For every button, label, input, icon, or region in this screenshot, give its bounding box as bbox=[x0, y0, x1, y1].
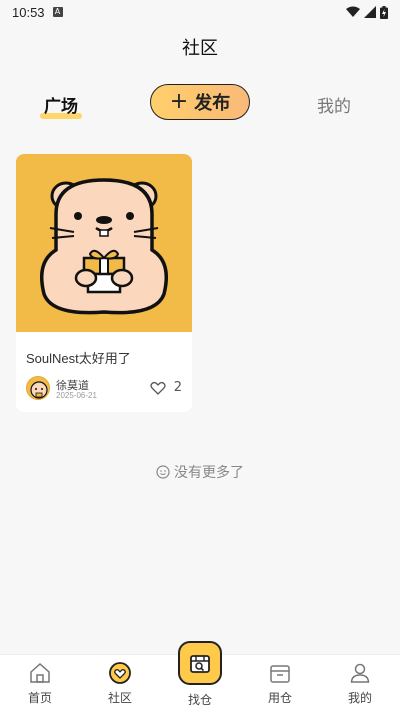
tabbar-item-mine[interactable]: 我的 bbox=[320, 655, 400, 712]
find-warehouse-button[interactable] bbox=[178, 641, 222, 685]
home-icon bbox=[30, 662, 50, 683]
status-bar: 10:53 A bbox=[0, 0, 400, 24]
status-time: 10:53 bbox=[12, 4, 45, 20]
status-notification-badge: A bbox=[52, 7, 63, 17]
tabbar-item-community[interactable]: 社区 bbox=[80, 655, 160, 712]
no-more-indicator: 没有更多了 bbox=[0, 462, 400, 482]
box-icon bbox=[270, 665, 290, 683]
tab-plaza-wrap: 广场 bbox=[40, 97, 82, 119]
avatar[interactable] bbox=[26, 376, 50, 400]
battery-icon bbox=[380, 5, 388, 19]
smile-icon bbox=[156, 465, 170, 479]
tab-plaza[interactable]: 广场 bbox=[40, 92, 82, 119]
tabbar-label-community: 社区 bbox=[107, 691, 132, 705]
tabbar-item-home[interactable]: 首页 bbox=[0, 655, 80, 712]
like-count: 2 bbox=[173, 380, 182, 395]
post-title: SoulNest太好用了 bbox=[26, 351, 131, 366]
tabbar-label-mine: 我的 bbox=[347, 691, 372, 705]
post-card[interactable]: SoulNest太好用了 徐莫道 2025-06-21 2 bbox=[16, 154, 192, 412]
signal-icon bbox=[364, 6, 376, 18]
tabbar-item-find-warehouse[interactable]: 找仓 bbox=[160, 641, 240, 712]
user-icon bbox=[350, 663, 370, 683]
tabbar-label-use-warehouse: 用仓 bbox=[267, 691, 292, 705]
tabbar-label-home: 首页 bbox=[27, 691, 52, 705]
heart-icon[interactable] bbox=[150, 380, 166, 396]
avatar-hamster-icon bbox=[30, 381, 48, 399]
publish-label: 发布 bbox=[194, 93, 231, 114]
no-more-text: 没有更多了 bbox=[174, 465, 244, 481]
hamster-gift-illustration bbox=[40, 178, 168, 315]
tab-mine[interactable]: 我的 bbox=[317, 92, 351, 117]
page-title: 社区 bbox=[182, 38, 218, 59]
community-tabs: 广场 + 发布 我的 bbox=[0, 84, 400, 122]
post-image[interactable] bbox=[16, 154, 192, 332]
plus-icon: + bbox=[169, 89, 189, 114]
tabbar-item-use-warehouse[interactable]: 用仓 bbox=[240, 655, 320, 712]
community-heart-icon bbox=[109, 662, 131, 684]
find-warehouse-icon bbox=[190, 655, 210, 673]
status-icons bbox=[346, 5, 388, 19]
wifi-icon bbox=[346, 6, 360, 17]
post-date: 2025-06-21 bbox=[56, 391, 97, 400]
bottom-tab-bar: 首页 社区 找仓 用仓 我的 bbox=[0, 641, 400, 712]
tabbar-label-find-warehouse: 找仓 bbox=[187, 693, 212, 707]
tab-plaza-label: 广场 bbox=[44, 97, 78, 117]
publish-button[interactable]: + 发布 bbox=[150, 84, 250, 120]
post-author-row: 徐莫道 2025-06-21 2 bbox=[26, 376, 182, 402]
